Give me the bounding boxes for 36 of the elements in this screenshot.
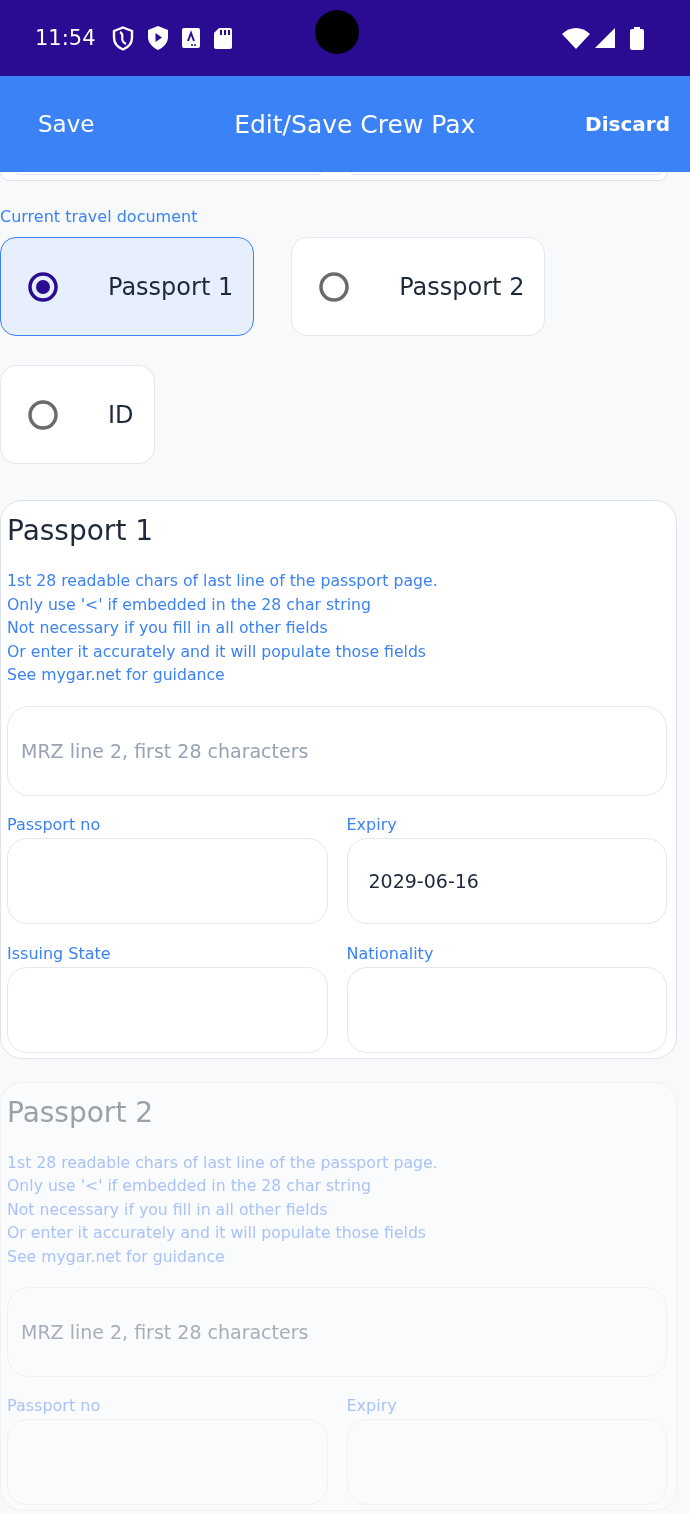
radio-option[interactable]: Passport 1 [0, 237, 255, 336]
field-label: Expiry [346, 814, 398, 835]
square-badge-icon [181, 28, 200, 48]
discard-button[interactable]: Discard [585, 112, 670, 136]
radio-icon[interactable] [319, 271, 350, 302]
text-input[interactable]: 2029-06-16 [346, 837, 667, 924]
field-label: Passport no [7, 814, 102, 835]
help-text: 1st 28 readable chars of last line of the passport page. Only use '<' if embedded in the 28 char string Not necessary if you fill in all other fields Or enter it accurately and it will populate those fields See mygar.net for guidance [7, 570, 439, 686]
input-field[interactable] [16, 172, 321, 175]
save-button[interactable]: Save [38, 111, 95, 137]
text-input[interactable] [7, 837, 328, 924]
radio-option[interactable]: ID [0, 365, 155, 464]
input-field[interactable] [351, 172, 661, 175]
camera-cutout-icon [315, 10, 359, 54]
radio-icon[interactable] [28, 271, 58, 302]
field-label: Passport no [7, 1396, 102, 1416]
text-input[interactable] [346, 966, 667, 1053]
field-label: Nationality [346, 943, 435, 964]
shield-icon [111, 25, 134, 51]
mrz-input[interactable]: MRZ line 2, first 28 characters [7, 705, 667, 796]
radio-option[interactable]: Passport 2 [291, 237, 546, 336]
shield-play-icon [147, 26, 168, 50]
card-title: Passport 1 [7, 513, 155, 549]
card-title: Passport 2 [7, 1094, 155, 1131]
help-text: 1st 28 readable chars of last line of the passport page. Only use '<' if embedded in the 28 char string Not necessary if you fill in all other fields Or enter it accurately and it will populate those fields See mygar.net for guidance [7, 1151, 439, 1268]
clock-time: 11:54 [35, 25, 96, 51]
radio-icon[interactable] [28, 399, 58, 430]
text-input[interactable] [7, 966, 328, 1053]
wifi-icon [562, 27, 590, 49]
field-label: Issuing State [7, 943, 112, 964]
signal-icon [595, 28, 615, 48]
field-label: Expiry [346, 1396, 398, 1416]
section-label: Current travel document [0, 207, 199, 227]
sd-card-icon [213, 27, 232, 49]
screen-title: Edit/Save Crew Pax [234, 109, 476, 139]
battery-icon [630, 26, 644, 50]
